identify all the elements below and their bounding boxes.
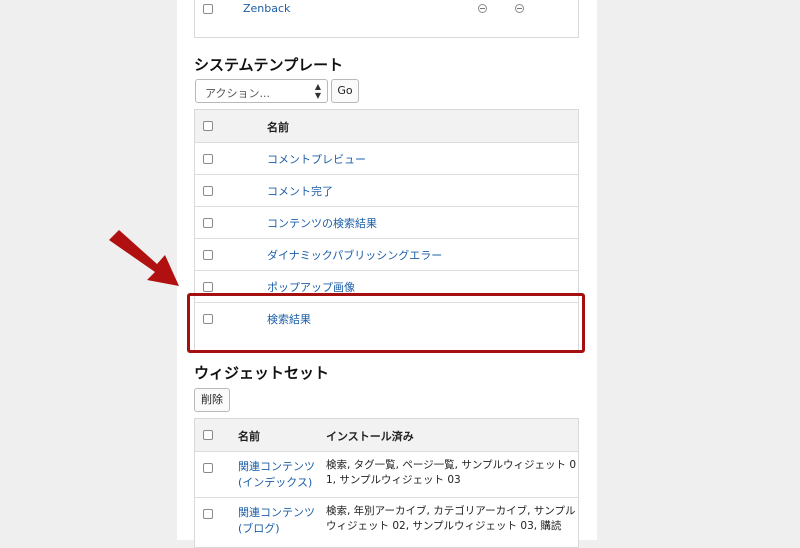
highlight-box (187, 293, 585, 353)
widget-sets-title: ウィジェットセット (194, 364, 330, 382)
table-row: Zenback (195, 0, 578, 37)
row-checkbox[interactable] (203, 463, 213, 473)
row-checkbox[interactable] (203, 282, 213, 292)
row-checkbox[interactable] (203, 186, 213, 196)
column-header-name: 名前 (267, 121, 289, 134)
template-link[interactable]: コンテンツの検索結果 (267, 215, 377, 231)
red-arrow-icon (109, 230, 179, 286)
table-row: 関連コンテンツ (インデックス) 検索, タグ一覧, ページ一覧, サンプルウィ… (195, 451, 578, 497)
select-arrows-icon: ▲ ▼ (314, 82, 321, 100)
top-table: Zenback (194, 0, 579, 38)
row-checkbox[interactable] (203, 218, 213, 228)
select-all-checkbox[interactable] (203, 430, 213, 440)
row-checkbox[interactable] (203, 4, 213, 14)
widget-set-link[interactable]: 関連コンテンツ (238, 504, 315, 520)
installed-widgets-text-cont: ウィジェット 02, サンプルウィジェット 03, 購読 (326, 520, 562, 532)
table-row: コメント完了 (195, 174, 578, 206)
delete-button[interactable]: 削除 (194, 388, 230, 412)
template-link[interactable]: コメント完了 (267, 183, 333, 199)
template-link[interactable]: ダイナミックパブリッシングエラー (267, 247, 442, 263)
minus-circle-icon[interactable] (515, 4, 524, 13)
row-checkbox[interactable] (203, 154, 213, 164)
installed-widgets-text-cont: 1, サンプルウィジェット 03 (326, 474, 461, 486)
action-select[interactable]: アクション... ▲ ▼ (195, 79, 328, 103)
go-button[interactable]: Go (331, 79, 359, 103)
table-header-row: 名前 (195, 110, 578, 142)
minus-circle-icon[interactable] (478, 4, 487, 13)
table-row: コメントプレビュー (195, 142, 578, 174)
template-link[interactable]: コメントプレビュー (267, 151, 366, 167)
installed-widgets-text: 検索, 年別アーカイブ, カテゴリアーカイブ, サンプル (326, 505, 576, 517)
zenback-link[interactable]: Zenback (243, 2, 290, 15)
installed-widgets-text: 検索, タグ一覧, ページ一覧, サンプルウィジェット 0 (326, 459, 577, 471)
widget-set-link[interactable]: 関連コンテンツ (238, 458, 315, 474)
select-all-checkbox[interactable] (203, 121, 213, 131)
system-templates-title: システムテンプレート (194, 56, 344, 74)
column-header-installed: インストール済み (326, 430, 414, 443)
widget-sets-table: 名前 インストール済み 関連コンテンツ (インデックス) 検索, タグ一覧, ペ… (194, 418, 579, 548)
table-header-row: 名前 インストール済み (195, 419, 578, 451)
widget-set-link-sub[interactable]: (ブログ) (238, 520, 280, 536)
widget-set-link-sub[interactable]: (インデックス) (238, 474, 312, 490)
table-row: ダイナミックパブリッシングエラー (195, 238, 578, 270)
column-header-name: 名前 (238, 430, 260, 443)
action-select-value: アクション... (205, 87, 270, 100)
row-checkbox[interactable] (203, 250, 213, 260)
row-checkbox[interactable] (203, 509, 213, 519)
table-row: コンテンツの検索結果 (195, 206, 578, 238)
